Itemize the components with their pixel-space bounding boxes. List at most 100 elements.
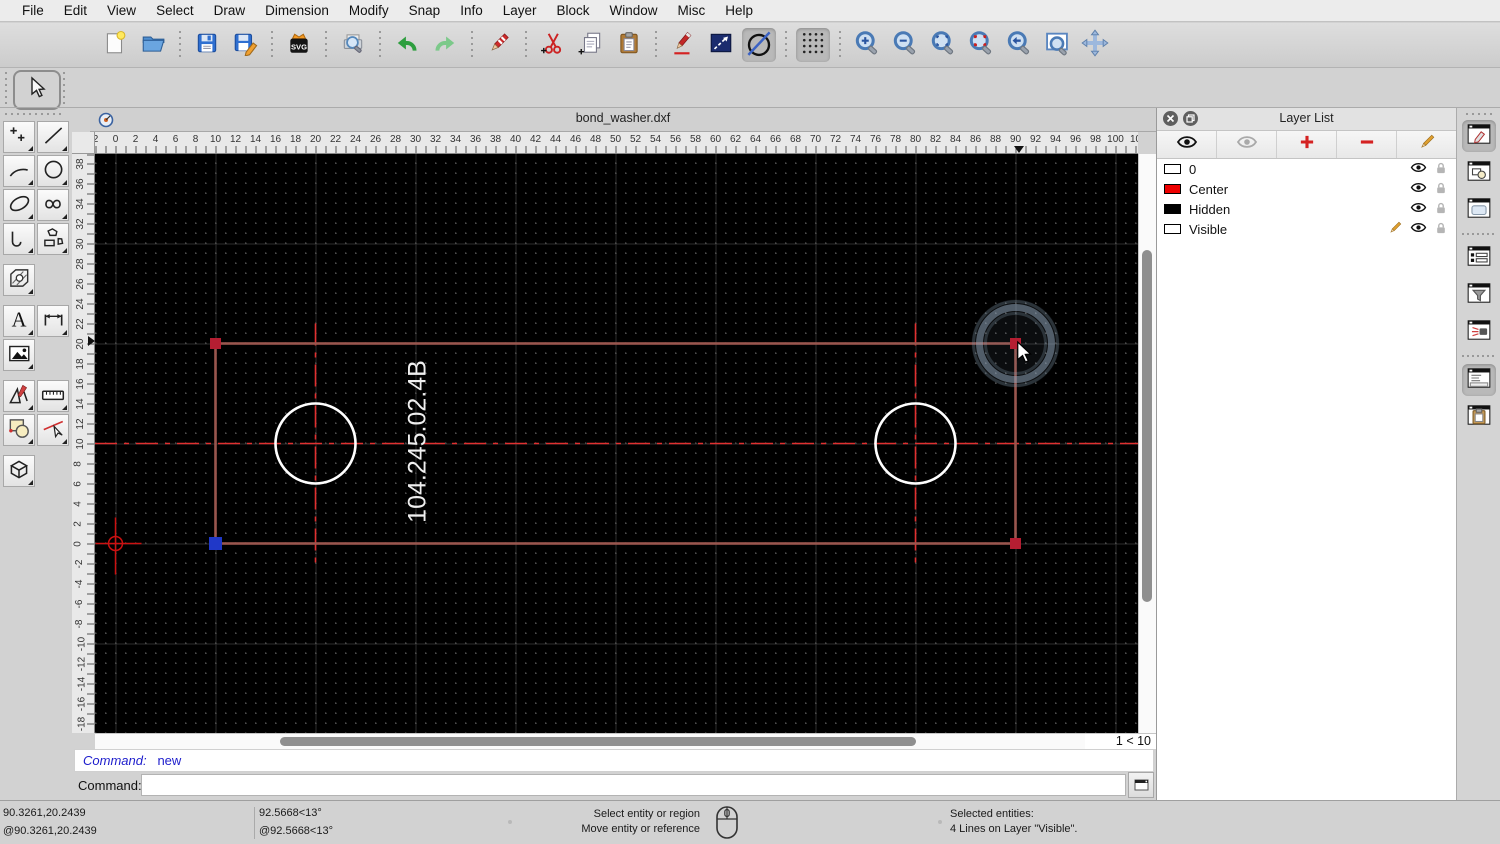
save-as-button[interactable] <box>228 28 262 62</box>
layer-lock-icon[interactable] <box>1434 200 1448 219</box>
horizontal-scrollbar-thumb[interactable] <box>280 737 916 746</box>
layer-visibility-eye-icon[interactable] <box>1410 221 1427 237</box>
modify-layer-button[interactable] <box>1397 131 1456 158</box>
cut-button[interactable] <box>536 28 570 62</box>
layer-color-swatch[interactable] <box>1164 224 1181 234</box>
drawing-canvas[interactable]: 104.245.02.4B <box>95 154 1138 733</box>
menu-info[interactable]: Info <box>450 0 493 22</box>
open-file-button[interactable] <box>136 28 170 62</box>
delete-entities-button[interactable] <box>482 28 516 62</box>
layer-row-0[interactable]: 0 <box>1157 159 1456 179</box>
hatch-tool-button[interactable] <box>3 264 35 296</box>
command-detach-button[interactable] <box>1128 772 1154 798</box>
attributes-pen-button[interactable] <box>666 28 700 62</box>
layer-visibility-eye-icon[interactable] <box>1410 201 1427 217</box>
zoom-in-button[interactable] <box>850 28 884 62</box>
zoom-auto-button[interactable] <box>926 28 960 62</box>
toolbar-handle[interactable] <box>63 72 65 104</box>
menu-dimension[interactable]: Dimension <box>255 0 339 22</box>
menu-view[interactable]: View <box>97 0 146 22</box>
zoom-select-button[interactable] <box>964 28 998 62</box>
sidebar-handle[interactable] <box>1465 113 1492 115</box>
menu-snap[interactable]: Snap <box>399 0 451 22</box>
menu-block[interactable]: Block <box>547 0 600 22</box>
arc-tool-button[interactable] <box>3 155 35 187</box>
menu-draw[interactable]: Draw <box>204 0 256 22</box>
remove-layer-button[interactable] <box>1337 131 1397 158</box>
zoom-window-button[interactable] <box>1040 28 1074 62</box>
layer-list-panel-toggle[interactable] <box>1462 242 1496 274</box>
selection-filter-panel-toggle[interactable] <box>1462 279 1496 311</box>
block-list-panel-toggle[interactable] <box>1462 157 1496 189</box>
command-line-panel-toggle[interactable] <box>1461 364 1496 396</box>
clipboard-panel-toggle[interactable] <box>1462 401 1496 433</box>
copy-button[interactable] <box>574 28 608 62</box>
horizontal-scrollbar[interactable] <box>95 733 1085 749</box>
new-file-button[interactable] <box>98 28 132 62</box>
command-input[interactable] <box>141 774 1126 796</box>
menu-help[interactable]: Help <box>715 0 763 22</box>
layer-row-visible[interactable]: Visible <box>1157 219 1456 239</box>
layer-lock-icon[interactable] <box>1434 220 1448 239</box>
grid-button[interactable] <box>796 28 830 62</box>
palette-handle[interactable] <box>5 113 63 115</box>
layer-lock-icon[interactable] <box>1434 180 1448 199</box>
menu-file[interactable]: File <box>12 0 54 22</box>
zoom-out-button[interactable] <box>888 28 922 62</box>
layer-row-center[interactable]: Center <box>1157 179 1456 199</box>
menu-window[interactable]: Window <box>600 0 668 22</box>
selection-handle[interactable] <box>210 338 221 349</box>
polygon-tool-button[interactable] <box>37 223 69 255</box>
polyline-tool-button[interactable] <box>3 223 35 255</box>
menu-modify[interactable]: Modify <box>339 0 399 22</box>
modify-tool-button[interactable] <box>3 380 35 412</box>
drawing-entities[interactable]: 104.245.02.4B <box>95 154 1138 733</box>
ellipse-tool-button[interactable] <box>3 189 35 221</box>
layer-row-hidden[interactable]: Hidden <box>1157 199 1456 219</box>
block-tool-button[interactable] <box>3 414 35 446</box>
image-tool-button[interactable] <box>3 339 35 371</box>
select-entity-tool-button[interactable] <box>37 414 69 446</box>
show-all-layers-button[interactable] <box>1157 131 1217 158</box>
menu-edit[interactable]: Edit <box>54 0 97 22</box>
menu-layer[interactable]: Layer <box>493 0 547 22</box>
print-preview-button[interactable] <box>336 28 370 62</box>
pen-palette-panel-toggle[interactable] <box>1461 120 1496 152</box>
library-browser-panel-toggle[interactable] <box>1462 194 1496 226</box>
selection-handle[interactable] <box>1010 538 1021 549</box>
export-svg-button[interactable]: SVG <box>282 28 316 62</box>
redo-button[interactable] <box>428 28 462 62</box>
layer-lock-icon[interactable] <box>1434 160 1448 179</box>
toolbar-handle[interactable] <box>5 72 7 104</box>
layer-color-swatch[interactable] <box>1164 204 1181 214</box>
vertical-scrollbar[interactable] <box>1138 154 1156 733</box>
line-tool-button[interactable] <box>37 121 69 153</box>
paste-button[interactable] <box>612 28 646 62</box>
selection-handle[interactable] <box>209 537 222 550</box>
layer-visibility-eye-icon[interactable] <box>1410 181 1427 197</box>
circle-line-button[interactable] <box>742 28 776 62</box>
points-tool-button[interactable] <box>3 121 35 153</box>
distance-line-button[interactable] <box>704 28 738 62</box>
menu-select[interactable]: Select <box>146 0 204 22</box>
add-layer-button[interactable] <box>1277 131 1337 158</box>
layer-color-swatch[interactable] <box>1164 184 1181 194</box>
cube3d-tool-button[interactable] <box>3 455 35 487</box>
pen-wizard-panel-toggle[interactable] <box>1462 316 1496 348</box>
hide-all-layers-button[interactable] <box>1217 131 1277 158</box>
vertical-scrollbar-thumb[interactable] <box>1142 250 1152 602</box>
spline-tool-button[interactable] <box>37 189 69 221</box>
document-tab-bar[interactable]: bond_washer.dxf <box>90 108 1156 132</box>
circle-tool-button[interactable] <box>37 155 69 187</box>
part-number-label[interactable]: 104.245.02.4B <box>404 360 432 523</box>
zoom-pan-button[interactable] <box>1078 28 1112 62</box>
selection-pointer-button[interactable] <box>13 70 61 110</box>
dimension-tool-button[interactable] <box>37 305 69 337</box>
undo-button[interactable] <box>390 28 424 62</box>
measure-tool-button[interactable] <box>37 380 69 412</box>
menu-misc[interactable]: Misc <box>668 0 716 22</box>
zoom-previous-button[interactable] <box>1002 28 1036 62</box>
layer-color-swatch[interactable] <box>1164 164 1181 174</box>
text-tool-button[interactable]: A <box>3 305 35 337</box>
save-button[interactable] <box>190 28 224 62</box>
